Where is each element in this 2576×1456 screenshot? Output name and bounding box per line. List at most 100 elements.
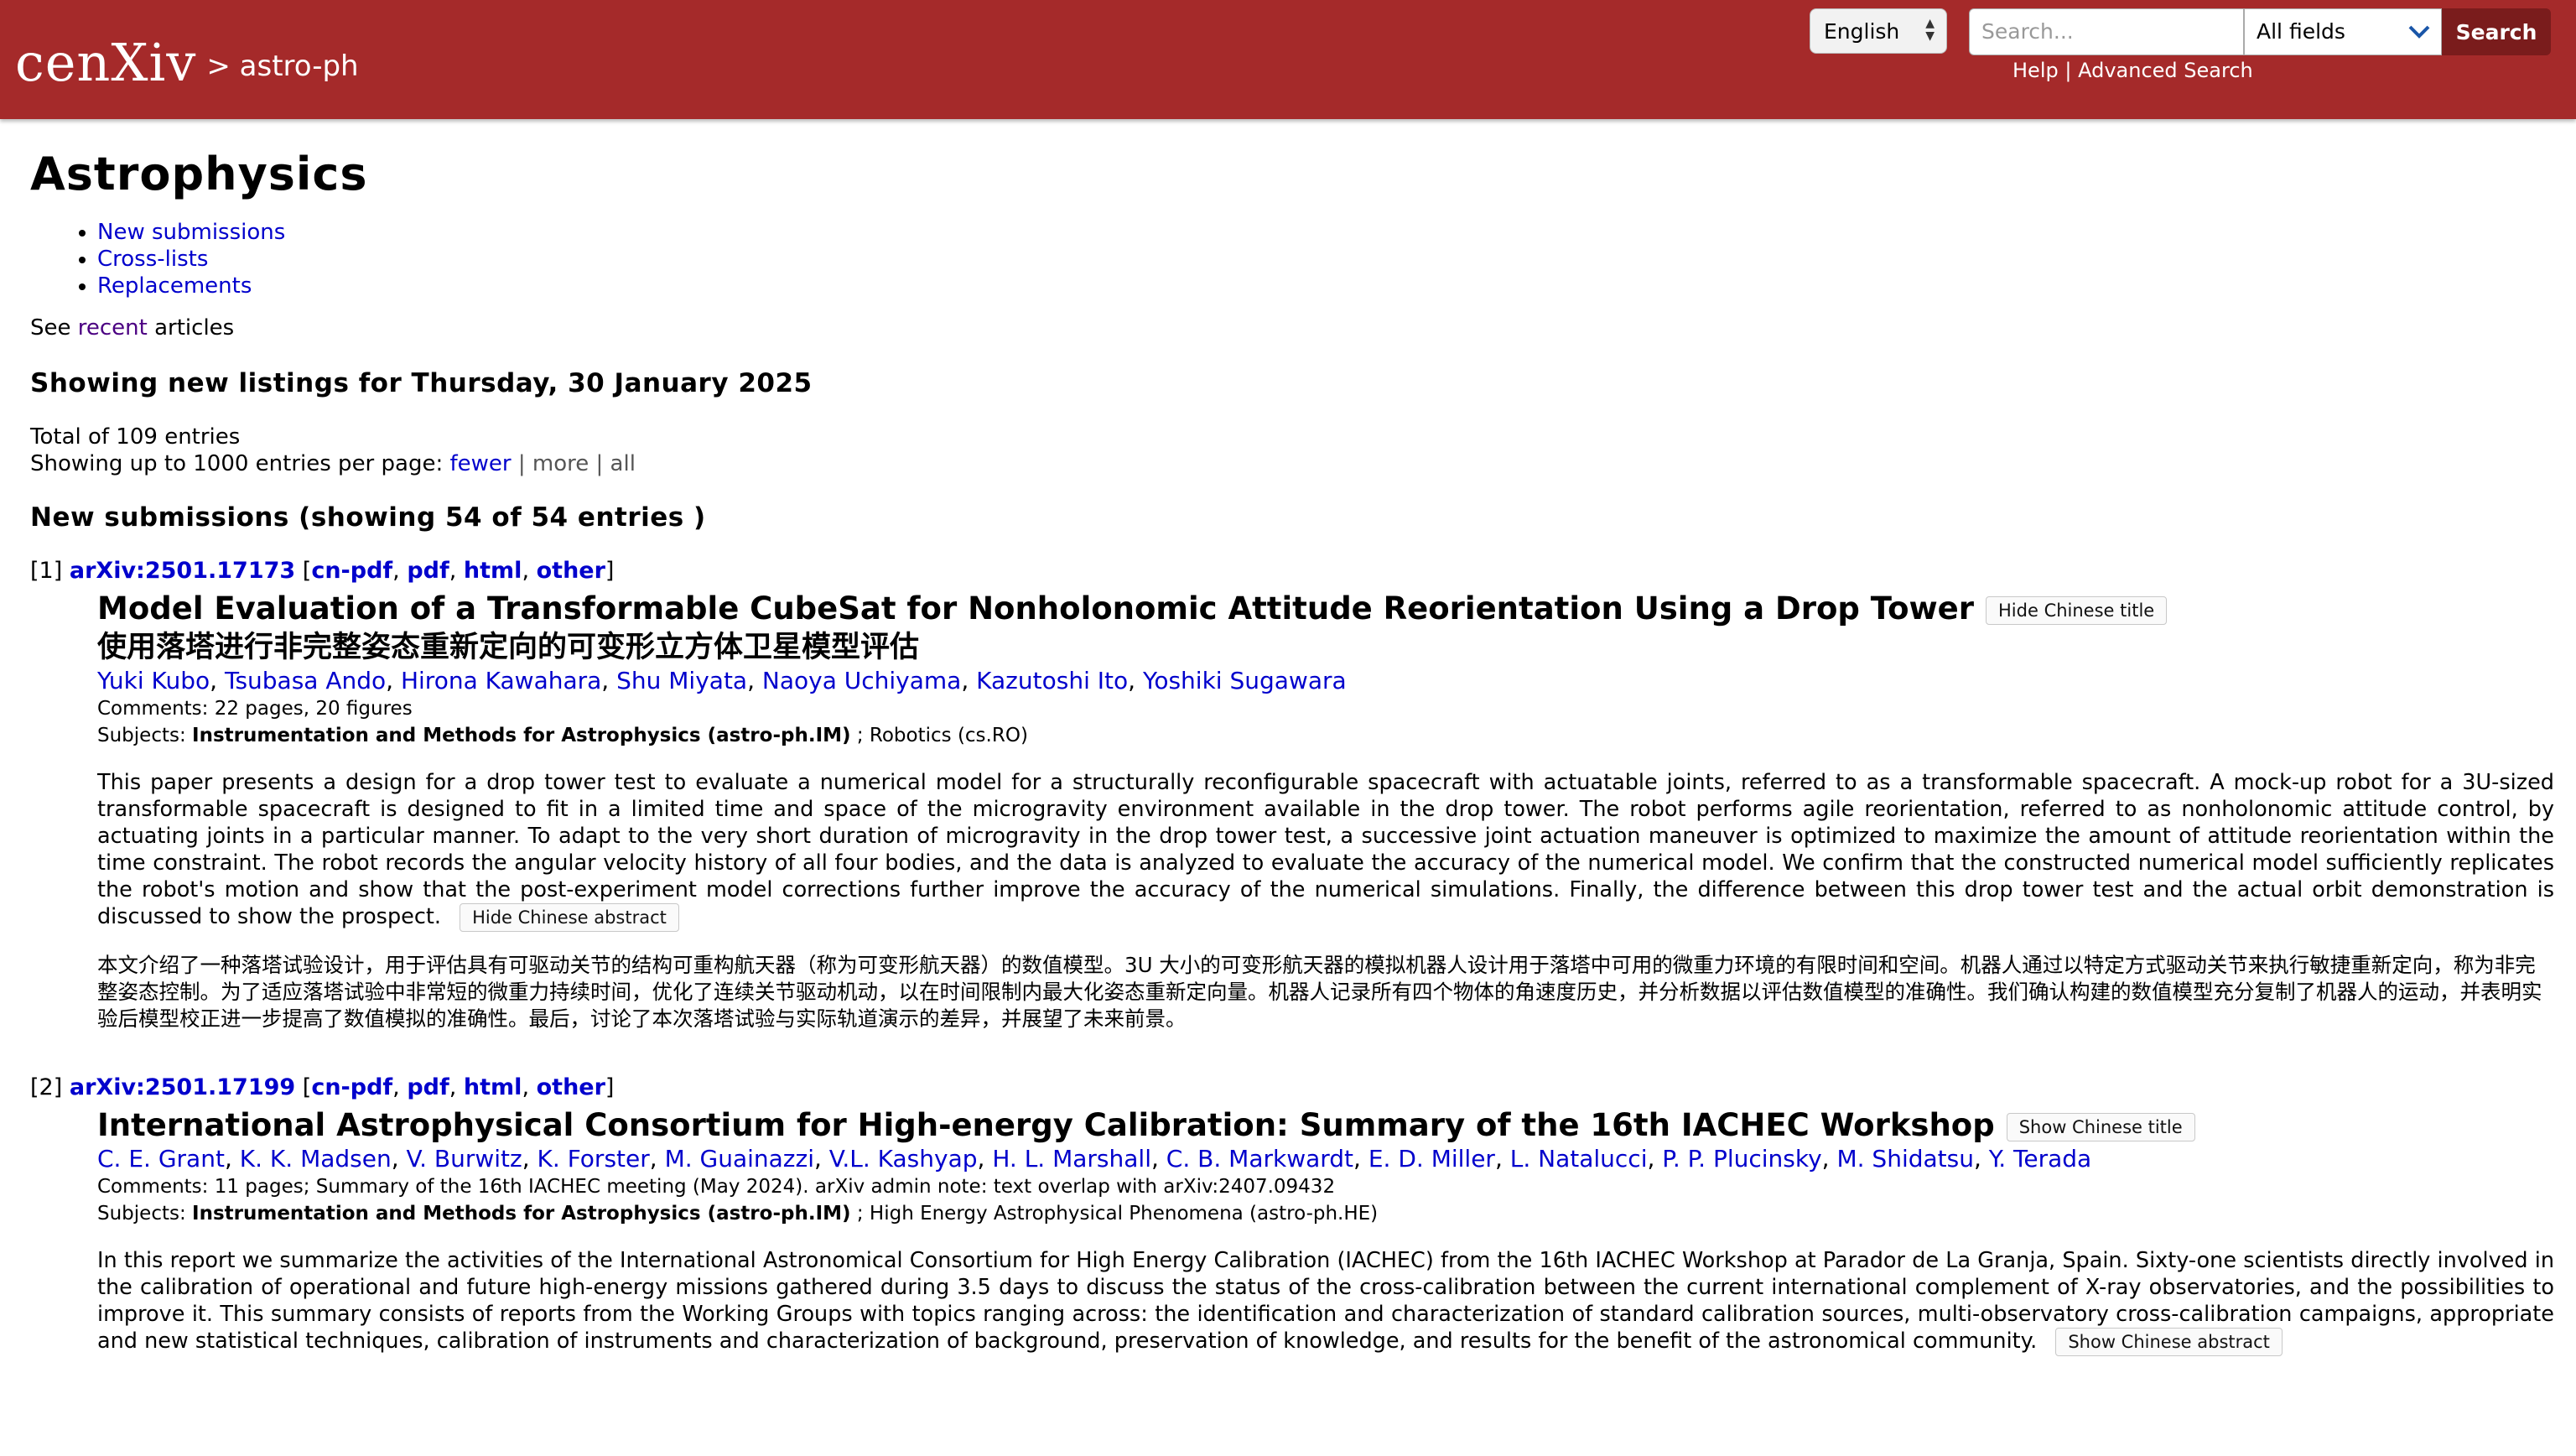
entry-subjects: Subjects: Instrumentation and Methods fo… bbox=[97, 722, 2554, 749]
site-header: cen Xiv > astro-ph English ▲ ▼ Search... … bbox=[0, 0, 2576, 119]
see-prefix: See bbox=[30, 315, 71, 341]
search-field-select[interactable]: All fields bbox=[2244, 8, 2442, 55]
logo-text: cen bbox=[15, 31, 112, 93]
entry-abstract: This paper presents a design for a drop … bbox=[97, 769, 2554, 932]
search-button[interactable]: Search bbox=[2442, 8, 2551, 55]
author-link[interactable]: Tsubasa Ando bbox=[225, 667, 386, 694]
toggle-chinese-abstract-button[interactable]: Hide Chinese abstract bbox=[460, 903, 679, 932]
nav-item-replacements: Replacements bbox=[97, 273, 2554, 299]
primary-subject: Instrumentation and Methods for Astrophy… bbox=[192, 725, 851, 746]
site-logo[interactable]: cen Xiv > astro-ph bbox=[15, 20, 359, 104]
entry-id-link[interactable]: arXiv:2501.17199 bbox=[70, 1074, 295, 1100]
all-link[interactable]: all bbox=[610, 451, 636, 476]
toggle-chinese-title-button[interactable]: Hide Chinese title bbox=[1986, 595, 2168, 625]
updown-arrows-icon: ▲ ▼ bbox=[1925, 17, 1935, 43]
author-link[interactable]: Shu Miyata bbox=[616, 667, 747, 694]
section-nav: New submissions Cross-lists Replacements bbox=[30, 219, 2554, 299]
nav-link-cross-lists[interactable]: Cross-lists bbox=[97, 247, 208, 272]
nav-link-new-submissions[interactable]: New submissions bbox=[97, 220, 285, 245]
entry-chinese-abstract: 本文介绍了一种落塔试验设计，用于评估具有可驱动关节的结构可重构航天器（称为可变形… bbox=[97, 953, 2542, 1031]
author-link[interactable]: Kazutoshi Ito bbox=[976, 667, 1128, 694]
language-value: English bbox=[1824, 19, 1900, 44]
entry-comments: Comments: 22 pages, 20 figures bbox=[97, 698, 413, 720]
search-input[interactable]: Search... bbox=[1969, 8, 2244, 55]
search-field-value: All fields bbox=[2257, 19, 2345, 44]
toggle-chinese-abstract-button[interactable]: Show Chinese abstract bbox=[2055, 1328, 2283, 1356]
author-link[interactable]: P. P. Plucinsky bbox=[1662, 1145, 1821, 1173]
per-page-prefix: Showing up to 1000 entries per page: bbox=[30, 451, 444, 476]
nav-item-cross-lists: Cross-lists bbox=[97, 246, 2554, 273]
entry-title-row: International Astrophysical Consortium f… bbox=[97, 1106, 2554, 1145]
entry-title-row: Model Evaluation of a Transformable Cube… bbox=[97, 590, 2554, 628]
search-placeholder: Search... bbox=[1981, 19, 2074, 44]
section-heading: New submissions (showing 54 of 54 entrie… bbox=[30, 502, 706, 533]
total-entries: Total of 109 entries bbox=[30, 424, 241, 450]
entry-header: [1] arXiv:2501.17173 [cn-pdf, pdf, html,… bbox=[30, 558, 615, 584]
author-link[interactable]: C. E. Grant bbox=[97, 1145, 225, 1173]
header-links: Help | Advanced Search bbox=[2012, 59, 2253, 82]
main-content: Astrophysics New submissions Cross-lists… bbox=[30, 148, 2554, 1356]
entry-abstract: In this report we summarize the activiti… bbox=[97, 1247, 2554, 1356]
listing-heading: Showing new listings for Thursday, 30 Ja… bbox=[30, 368, 813, 398]
entry-authors: Yuki Kubo, Tsubasa Ando, Hirona Kawahara… bbox=[97, 667, 1347, 694]
cn-pdf-link[interactable]: cn-pdf bbox=[311, 1074, 392, 1100]
author-link[interactable]: C. B. Markwardt bbox=[1166, 1145, 1353, 1173]
other-link[interactable]: other bbox=[537, 558, 605, 584]
author-link[interactable]: Naoya Uchiyama bbox=[762, 667, 961, 694]
author-link[interactable]: V.L. Kashyap bbox=[829, 1145, 978, 1173]
subjects-label: Subjects: bbox=[97, 1203, 186, 1225]
author-link[interactable]: Hirona Kawahara bbox=[401, 667, 601, 694]
see-suffix: articles bbox=[154, 315, 235, 341]
subjects-label: Subjects: bbox=[97, 725, 186, 746]
entry-comments: Comments: 11 pages; Summary of the 16th … bbox=[97, 1176, 1336, 1198]
author-link[interactable]: Y. Terada bbox=[1989, 1145, 2091, 1173]
other-link[interactable]: other bbox=[537, 1074, 605, 1100]
entry-authors: C. E. Grant, K. K. Madsen, V. Burwitz, K… bbox=[97, 1145, 2092, 1173]
pdf-link[interactable]: pdf bbox=[407, 1074, 449, 1100]
nav-item-new-submissions: New submissions bbox=[97, 219, 2554, 246]
author-link[interactable]: M. Guainazzi bbox=[665, 1145, 814, 1173]
toggle-chinese-title-button[interactable]: Show Chinese title bbox=[2006, 1112, 2195, 1141]
entry-title: Model Evaluation of a Transformable Cube… bbox=[97, 590, 1975, 627]
logo-x-text: Xiv bbox=[111, 31, 197, 93]
other-subjects: ; High Energy Astrophysical Phenomena (a… bbox=[856, 1203, 1379, 1225]
language-select[interactable]: English ▲ ▼ bbox=[1810, 8, 1947, 54]
help-link[interactable]: Help bbox=[2012, 59, 2059, 82]
html-link[interactable]: html bbox=[464, 1074, 522, 1100]
cn-pdf-link[interactable]: cn-pdf bbox=[311, 558, 392, 584]
chevron-down-icon bbox=[2408, 25, 2430, 39]
pdf-link[interactable]: pdf bbox=[407, 558, 449, 584]
entry-subjects: Subjects: Instrumentation and Methods fo… bbox=[97, 1200, 2554, 1227]
html-link[interactable]: html bbox=[464, 558, 522, 584]
author-link[interactable]: E. D. Miller bbox=[1368, 1145, 1495, 1173]
author-link[interactable]: H. L. Marshall bbox=[992, 1145, 1151, 1173]
listing-entry: [2] arXiv:2501.17199 [cn-pdf, pdf, html,… bbox=[30, 1074, 2554, 1356]
entry-body: International Astrophysical Consortium f… bbox=[97, 1106, 2554, 1356]
author-link[interactable]: K. K. Madsen bbox=[240, 1145, 392, 1173]
see-recent-line: See recent articles bbox=[30, 315, 2554, 341]
author-link[interactable]: Yuki Kubo bbox=[97, 667, 210, 694]
nav-link-replacements[interactable]: Replacements bbox=[97, 273, 252, 299]
recent-link[interactable]: recent bbox=[78, 315, 148, 341]
more-link[interactable]: more bbox=[532, 451, 589, 476]
entry-chinese-title: 使用落塔进行非完整姿态重新定向的可变形立方体卫星模型评估 bbox=[97, 631, 920, 664]
author-link[interactable]: L. Natalucci bbox=[1510, 1145, 1648, 1173]
author-link[interactable]: Yoshiki Sugawara bbox=[1143, 667, 1347, 694]
advanced-search-link[interactable]: Advanced Search bbox=[2078, 59, 2253, 82]
page-title: Astrophysics bbox=[30, 148, 368, 200]
entry-number: [1] bbox=[30, 558, 63, 584]
author-link[interactable]: M. Shidatsu bbox=[1836, 1145, 1974, 1173]
entry-header: [2] arXiv:2501.17199 [cn-pdf, pdf, html,… bbox=[30, 1074, 615, 1100]
entry-body: Model Evaluation of a Transformable Cube… bbox=[97, 590, 2554, 1032]
per-page-line: Showing up to 1000 entries per page: few… bbox=[30, 451, 636, 476]
fewer-link[interactable]: fewer bbox=[449, 451, 511, 476]
author-link[interactable]: K. Forster bbox=[538, 1145, 650, 1173]
other-subjects: ; Robotics (cs.RO) bbox=[856, 725, 1028, 746]
listing-entry: [1] arXiv:2501.17173 [cn-pdf, pdf, html,… bbox=[30, 558, 2554, 1032]
link-separator: | bbox=[2064, 59, 2072, 82]
breadcrumb[interactable]: > astro-ph bbox=[206, 49, 358, 83]
primary-subject: Instrumentation and Methods for Astrophy… bbox=[192, 1203, 851, 1225]
author-link[interactable]: V. Burwitz bbox=[407, 1145, 522, 1173]
entry-id-link[interactable]: arXiv:2501.17173 bbox=[70, 558, 295, 584]
entry-title: International Astrophysical Consortium f… bbox=[97, 1107, 1995, 1143]
